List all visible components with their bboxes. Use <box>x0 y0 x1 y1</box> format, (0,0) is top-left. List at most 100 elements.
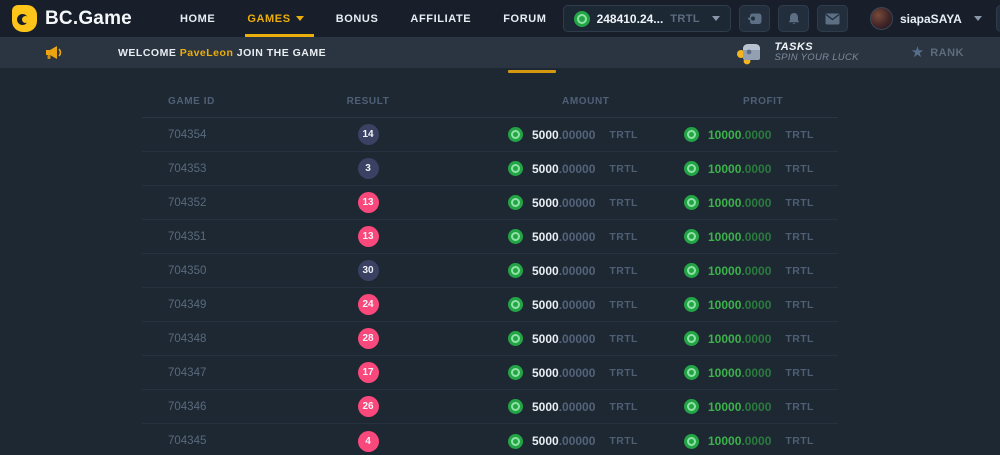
chat-button[interactable]: 23 <box>996 5 1000 32</box>
main-nav: HOME GAMES BONUS AFFILIATE FORUM <box>164 0 563 37</box>
active-tab-indicator <box>508 70 556 73</box>
trtl-coin-icon <box>684 434 699 449</box>
top-header: BC.Game HOME GAMES BONUS AFFILIATE FORUM… <box>0 0 1000 37</box>
trtl-coin-icon <box>508 399 523 414</box>
avatar <box>870 7 893 30</box>
chevron-down-icon <box>974 16 982 21</box>
table-row[interactable]: 704345 4 5000.00000 TRTL 10000.0000 TRTL <box>142 424 838 455</box>
user-name: siapaSAYA <box>900 12 962 26</box>
trtl-coin-icon <box>684 365 699 380</box>
game-results-table: GAME ID RESULT AMOUNT PROFIT 704354 14 5… <box>142 85 838 455</box>
result-badge: 13 <box>358 226 379 247</box>
trtl-coin-icon <box>508 434 523 449</box>
result-badge: 26 <box>358 396 379 417</box>
main-content: GAME ID RESULT AMOUNT PROFIT 704354 14 5… <box>0 68 1000 455</box>
amount-cell: 5000.00000 TRTL <box>424 160 634 178</box>
profit-cell: 10000.0000 TRTL <box>634 330 838 348</box>
table-row[interactable]: 704347 17 5000.00000 TRTL 10000.0000 TRT… <box>142 356 838 390</box>
welcome-username: PaveLeon <box>180 47 234 59</box>
result-badge: 30 <box>358 260 379 281</box>
result-badge: 24 <box>358 294 379 315</box>
amount-cell: 5000.00000 TRTL <box>424 432 634 450</box>
trtl-coin-icon <box>684 331 699 346</box>
profit-cell: 10000.0000 TRTL <box>634 398 838 416</box>
result-badge: 13 <box>358 192 379 213</box>
profit-cell: 10000.0000 TRTL <box>634 262 838 280</box>
vault-button[interactable] <box>739 5 770 32</box>
game-id-cell: 704346 <box>142 401 312 413</box>
nav-item-games[interactable]: GAMES <box>231 0 319 37</box>
amount-cell: 5000.00000 TRTL <box>424 228 634 246</box>
table-row[interactable]: 704346 26 5000.00000 TRTL 10000.0000 TRT… <box>142 390 838 424</box>
trtl-coin-icon <box>684 297 699 312</box>
column-header-result: RESULT <box>312 96 424 107</box>
nav-item-affiliate[interactable]: AFFILIATE <box>394 0 487 37</box>
table-row[interactable]: 704352 13 5000.00000 TRTL 10000.0000 TRT… <box>142 186 838 220</box>
game-id-cell: 704352 <box>142 197 312 209</box>
currency-label: TRTL <box>785 435 813 447</box>
profit-cell: 10000.0000 TRTL <box>634 364 838 382</box>
result-badge: 3 <box>358 158 379 179</box>
amount-cell: 5000.00000 TRTL <box>424 262 634 280</box>
messages-button[interactable] <box>817 5 848 32</box>
profit-cell: 10000.0000 TRTL <box>634 194 838 212</box>
result-badge: 28 <box>358 328 379 349</box>
trtl-coin-icon <box>684 399 699 414</box>
amount-cell: 5000.00000 TRTL <box>424 330 634 348</box>
vault-icon <box>747 12 763 26</box>
trtl-coin-icon <box>684 195 699 210</box>
tasks-widget[interactable]: TASKS SPIN YOUR LUCK <box>735 41 858 65</box>
profit-cell: 10000.0000 TRTL <box>634 160 838 178</box>
currency-label: TRTL <box>785 299 813 311</box>
trtl-coin-icon <box>684 161 699 176</box>
table-row[interactable]: 704349 24 5000.00000 TRTL 10000.0000 TRT… <box>142 288 838 322</box>
currency-label: TRTL <box>785 367 813 379</box>
trtl-coin-icon <box>508 297 523 312</box>
currency-label: TRTL <box>785 231 813 243</box>
tasks-subtitle: SPIN YOUR LUCK <box>774 53 858 64</box>
currency-label: TRTL <box>785 197 813 209</box>
column-header-amount: AMOUNT <box>424 96 634 107</box>
profit-cell: 10000.0000 TRTL <box>634 228 838 246</box>
amount-cell: 5000.00000 TRTL <box>424 194 634 212</box>
bell-icon <box>787 12 801 26</box>
profit-cell: 10000.0000 TRTL <box>634 432 838 450</box>
trtl-coin-icon <box>508 263 523 278</box>
rank-widget[interactable]: ★ RANK <box>911 45 964 60</box>
game-id-cell: 704354 <box>142 129 312 141</box>
chevron-down-icon <box>296 16 304 21</box>
column-header-game-id: GAME ID <box>142 96 312 107</box>
chevron-down-icon <box>712 16 720 21</box>
nav-item-bonus[interactable]: BONUS <box>320 0 395 37</box>
amount-cell: 5000.00000 TRTL <box>424 364 634 382</box>
currency-label: TRTL <box>785 333 813 345</box>
balance-selector[interactable]: 248410.24... TRTL <box>563 5 731 32</box>
megaphone-icon <box>44 44 66 61</box>
nav-item-forum[interactable]: FORUM <box>487 0 562 37</box>
trtl-coin-icon <box>684 229 699 244</box>
rank-label: RANK <box>930 47 964 59</box>
amount-cell: 5000.00000 TRTL <box>424 398 634 416</box>
trtl-coin-icon <box>508 195 523 210</box>
currency-label: TRTL <box>785 163 813 175</box>
table-row[interactable]: 704348 28 5000.00000 TRTL 10000.0000 TRT… <box>142 322 838 356</box>
table-row[interactable]: 704350 30 5000.00000 TRTL 10000.0000 TRT… <box>142 254 838 288</box>
notifications-button[interactable] <box>778 5 809 32</box>
user-menu[interactable]: siapaSAYA <box>870 7 982 30</box>
table-row[interactable]: 704354 14 5000.00000 TRTL 10000.0000 TRT… <box>142 118 838 152</box>
treasure-chest-icon <box>735 41 765 65</box>
table-row[interactable]: 704351 13 5000.00000 TRTL 10000.0000 TRT… <box>142 220 838 254</box>
brand-logo[interactable]: BC.Game <box>12 5 132 32</box>
welcome-message: WELCOME PaveLeon JOIN THE GAME <box>118 47 326 59</box>
trtl-coin-icon <box>508 365 523 380</box>
game-id-cell: 704350 <box>142 265 312 277</box>
table-row[interactable]: 704353 3 5000.00000 TRTL 10000.0000 TRTL <box>142 152 838 186</box>
trtl-coin-icon <box>508 127 523 142</box>
balance-currency: TRTL <box>670 13 700 25</box>
trtl-coin-icon <box>684 127 699 142</box>
balance-amount: 248410.24... <box>597 12 664 26</box>
announcement-banner: WELCOME PaveLeon JOIN THE GAME TASKS SPI… <box>0 37 1000 68</box>
nav-item-home[interactable]: HOME <box>164 0 231 37</box>
trtl-coin-icon <box>508 331 523 346</box>
game-id-cell: 704351 <box>142 231 312 243</box>
